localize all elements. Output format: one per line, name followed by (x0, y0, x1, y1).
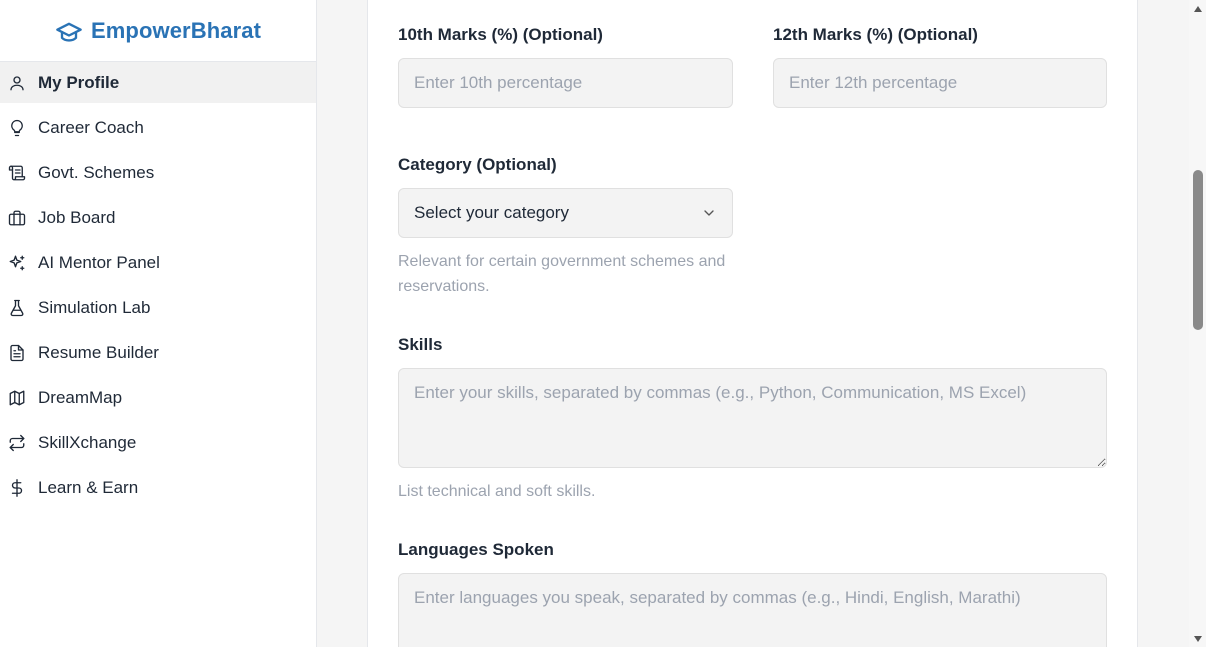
sidebar-nav: My Profile Career Coach Govt. Schemes Jo… (0, 62, 316, 508)
scroll-down-arrow-icon[interactable] (1189, 630, 1206, 647)
sidebar-item-govt-schemes[interactable]: Govt. Schemes (0, 152, 316, 193)
scroll-icon (8, 164, 26, 182)
sidebar-item-label: AI Mentor Panel (38, 252, 160, 272)
scrollbar-thumb[interactable] (1193, 170, 1203, 330)
sidebar-item-simulation-lab[interactable]: Simulation Lab (0, 287, 316, 328)
languages-label: Languages Spoken (398, 540, 554, 559)
sidebar-item-label: Resume Builder (38, 342, 159, 362)
sidebar-item-label: Simulation Lab (38, 297, 151, 317)
marks-10-input[interactable] (398, 58, 733, 108)
sidebar-item-label: Career Coach (38, 117, 144, 137)
sparkles-icon (8, 254, 26, 272)
lightbulb-icon (8, 119, 26, 137)
sidebar-item-resume-builder[interactable]: Resume Builder (0, 332, 316, 373)
sidebar-item-dreammap[interactable]: DreamMap (0, 377, 316, 418)
category-select-value: Select your category (414, 203, 569, 222)
map-icon (8, 389, 26, 407)
sidebar-item-label: Job Board (38, 207, 116, 227)
sidebar-item-label: SkillXchange (38, 432, 137, 452)
repeat-icon (8, 434, 26, 452)
sidebar-item-my-profile[interactable]: My Profile (0, 62, 316, 103)
sidebar-item-skillxchange[interactable]: SkillXchange (0, 422, 316, 463)
user-icon (8, 74, 26, 92)
page-scrollbar[interactable] (1189, 0, 1206, 647)
sidebar-item-label: My Profile (38, 72, 120, 92)
category-help-text: Relevant for certain government schemes … (398, 253, 726, 295)
briefcase-icon (8, 209, 26, 227)
scroll-up-arrow-icon[interactable] (1189, 0, 1206, 17)
sidebar: EmpowerBharat My Profile Career Coach Go… (0, 0, 317, 647)
flask-icon (8, 299, 26, 317)
skills-help-text: List technical and soft skills. (398, 483, 596, 500)
marks-12-label: 12th Marks (%) (Optional) (773, 25, 978, 44)
languages-textarea[interactable] (398, 573, 1107, 647)
category-label: Category (Optional) (398, 155, 557, 174)
marks-10-label: 10th Marks (%) (Optional) (398, 25, 603, 44)
sidebar-item-job-board[interactable]: Job Board (0, 197, 316, 238)
skills-label: Skills (398, 335, 443, 354)
main-content: 10th Marks (%) (Optional) 12th Marks (%)… (317, 0, 1189, 647)
sidebar-item-learn-earn[interactable]: Learn & Earn (0, 467, 316, 508)
sidebar-item-label: DreamMap (38, 387, 123, 407)
skills-textarea[interactable] (398, 368, 1107, 468)
sidebar-item-label: Govt. Schemes (38, 162, 155, 182)
category-select[interactable]: Select your category (398, 188, 733, 238)
brand[interactable]: EmpowerBharat (0, 0, 316, 62)
brand-name: EmpowerBharat (90, 17, 261, 43)
marks-12-input[interactable] (773, 58, 1107, 108)
profile-form-card: 10th Marks (%) (Optional) 12th Marks (%)… (367, 0, 1138, 647)
dollar-icon (8, 478, 26, 497)
chevron-down-icon (701, 205, 717, 221)
sidebar-item-ai-mentor-panel[interactable]: AI Mentor Panel (0, 242, 316, 283)
sidebar-item-career-coach[interactable]: Career Coach (0, 107, 316, 148)
sidebar-item-label: Learn & Earn (38, 477, 139, 497)
file-text-icon (8, 344, 26, 362)
graduation-cap-icon (55, 18, 83, 46)
